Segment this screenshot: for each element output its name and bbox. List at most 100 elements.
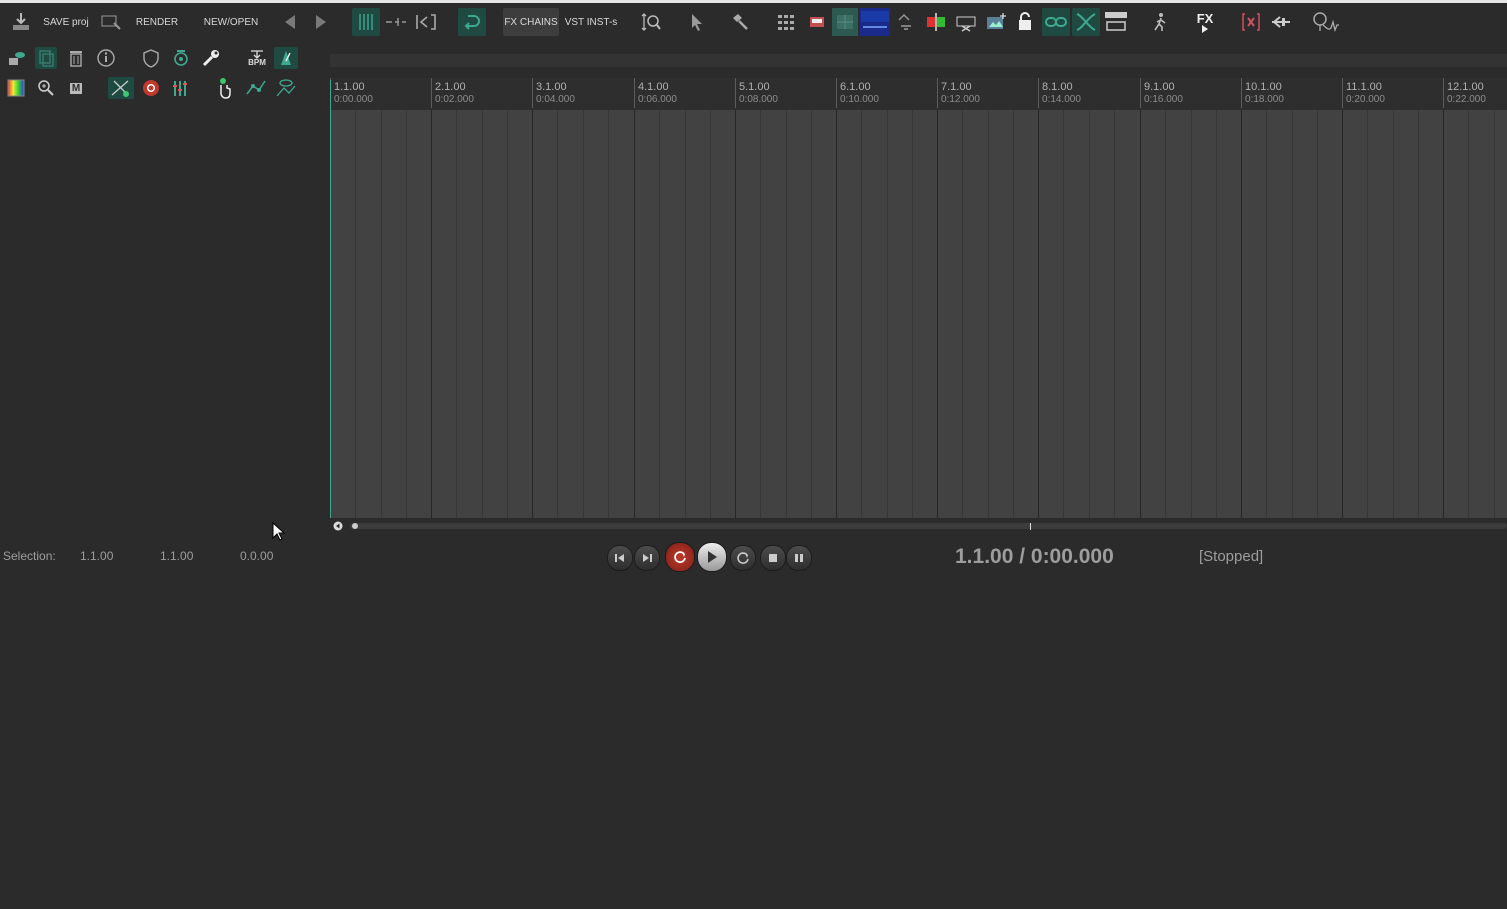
item-remove-icon[interactable] xyxy=(954,8,978,36)
grid-bar-line xyxy=(735,110,736,518)
ruler-bar-tick xyxy=(431,78,432,108)
ruler-time-label: 0:00.000 xyxy=(334,94,373,105)
trim-icon[interactable] xyxy=(414,8,438,36)
grid-beat-line xyxy=(988,110,989,518)
grid-beat-line xyxy=(1266,110,1267,518)
trash-icon[interactable] xyxy=(65,47,87,69)
grid-beat-line xyxy=(1089,110,1090,518)
grid-beat-line xyxy=(1114,110,1115,518)
wrench-icon[interactable] xyxy=(200,47,222,69)
info-icon[interactable] xyxy=(95,47,117,69)
image-add-icon[interactable] xyxy=(984,8,1008,36)
position-display[interactable]: 1.1.00 / 0:00.000 xyxy=(955,545,1114,569)
go-to-end-button[interactable] xyxy=(634,545,660,571)
input-monitor-icon[interactable] xyxy=(170,47,192,69)
hand-tool-icon[interactable] xyxy=(212,77,234,99)
fx-bypass-button[interactable]: FX xyxy=(1190,8,1220,36)
grid-beat-line xyxy=(1317,110,1318,518)
eye-icon[interactable] xyxy=(5,47,27,69)
grid-beat-line xyxy=(1367,110,1368,518)
loop-icon[interactable] xyxy=(458,8,486,36)
repeat-button[interactable] xyxy=(730,545,756,571)
auto-crossfade-icon[interactable] xyxy=(108,77,134,99)
selection-end[interactable]: 1.1.00 xyxy=(160,549,193,563)
selection-length[interactable]: 0.0.00 xyxy=(240,549,273,563)
link-icon[interactable] xyxy=(1042,8,1070,36)
record-button[interactable] xyxy=(665,542,695,572)
grid-bar-line xyxy=(836,110,837,518)
waveform-view-icon[interactable] xyxy=(860,8,890,36)
copy-icon[interactable] xyxy=(35,47,57,69)
transport-bar: Selection: 1.1.00 1.1.00 0.0.00 1.1.00 /… xyxy=(0,540,1507,574)
pause-button[interactable] xyxy=(786,545,812,571)
crossfade-icon[interactable] xyxy=(1072,8,1100,36)
pointer-tool-icon[interactable] xyxy=(685,8,709,36)
metronome-icon[interactable] xyxy=(1310,8,1342,36)
close-fx-icon[interactable] xyxy=(1238,8,1264,36)
marker-button[interactable]: M xyxy=(65,77,87,99)
track-view-icon[interactable] xyxy=(832,8,858,36)
grid-beat-line xyxy=(355,110,356,518)
fx-chains-button[interactable]: FX CHAINS xyxy=(503,8,559,36)
mixer-icon[interactable] xyxy=(170,77,192,99)
selection-start[interactable]: 1.1.00 xyxy=(80,549,113,563)
scrollbar-track[interactable] xyxy=(350,523,1507,530)
stop-button[interactable] xyxy=(760,545,786,571)
ripple-edit-icon[interactable] xyxy=(384,8,408,36)
ruler-time-label: 0:04.000 xyxy=(536,94,575,105)
ruler-time-label: 0:08.000 xyxy=(739,94,778,105)
ruler-time-label: 0:18.000 xyxy=(1245,94,1284,105)
record-arm-icon[interactable] xyxy=(140,77,162,99)
ruler-time-label: 0:20.000 xyxy=(1346,94,1385,105)
transport-controls xyxy=(606,542,814,572)
horizontal-scrollbar[interactable] xyxy=(330,519,1507,533)
zoom-vertical-icon[interactable] xyxy=(638,8,664,36)
vst-instruments-button[interactable]: VST INST-s xyxy=(564,8,618,36)
envelope-icon[interactable] xyxy=(806,8,828,36)
color-picker-icon[interactable] xyxy=(5,77,27,99)
new-open-button[interactable]: NEW/OPEN xyxy=(201,8,261,36)
grid-beat-line xyxy=(608,110,609,518)
walking-man-icon[interactable] xyxy=(1148,8,1172,36)
undo-arrow-icon[interactable] xyxy=(279,8,301,36)
grid-icon[interactable] xyxy=(352,8,380,36)
scroll-left-icon[interactable] xyxy=(333,521,343,531)
hammer-tool-icon[interactable] xyxy=(728,8,752,36)
split-item-icon[interactable] xyxy=(924,8,948,36)
ruler-bar-label: 9.1.00 xyxy=(1144,81,1175,93)
ruler-bar-label: 5.1.00 xyxy=(739,81,770,93)
envelope-visible-icon[interactable] xyxy=(275,77,297,99)
render-button[interactable]: RENDER xyxy=(135,8,179,36)
arrange-view[interactable] xyxy=(330,110,1507,518)
save-icon[interactable] xyxy=(8,8,34,36)
bpm-button[interactable]: BPM xyxy=(244,47,270,69)
grid-beat-line xyxy=(1216,110,1217,518)
shield-icon[interactable] xyxy=(140,47,162,69)
lock-icon[interactable] xyxy=(1014,8,1036,36)
ruler-time-label: 0:12.000 xyxy=(941,94,980,105)
render-icon[interactable] xyxy=(97,8,125,36)
save-project-button[interactable]: SAVE proj xyxy=(42,8,90,36)
envelope-link-icon[interactable] xyxy=(894,8,918,36)
loop-points-icon[interactable] xyxy=(1102,8,1130,36)
zoom-icon[interactable] xyxy=(35,77,57,99)
play-state-label: [Stopped] xyxy=(1199,548,1264,565)
metronome-toggle-icon[interactable] xyxy=(274,47,298,69)
timeline-ruler[interactable]: 1.1.00 0:00.000 2.1.00 0:02.000 3.1.00 0:04.0… xyxy=(330,78,1507,110)
go-to-start-button[interactable] xyxy=(607,545,633,571)
play-button[interactable] xyxy=(697,542,727,572)
envelope-points-icon[interactable] xyxy=(245,77,267,99)
region-lane[interactable] xyxy=(330,54,1507,67)
selection-label: Selection: xyxy=(3,549,56,563)
ruler-time-label: 0:06.000 xyxy=(638,94,677,105)
grid-beat-line xyxy=(1063,110,1064,518)
redo-arrow-icon[interactable] xyxy=(310,8,332,36)
grid-beat-line xyxy=(811,110,812,518)
grid-view-icon[interactable] xyxy=(774,8,798,36)
grid-bar-line xyxy=(1140,110,1141,518)
grid-beat-line xyxy=(1418,110,1419,518)
scrollbar-thumb[interactable] xyxy=(352,523,358,529)
route-icon[interactable] xyxy=(1268,8,1294,36)
grid-bar-line xyxy=(1443,110,1444,518)
track-control-panel[interactable] xyxy=(0,106,330,518)
